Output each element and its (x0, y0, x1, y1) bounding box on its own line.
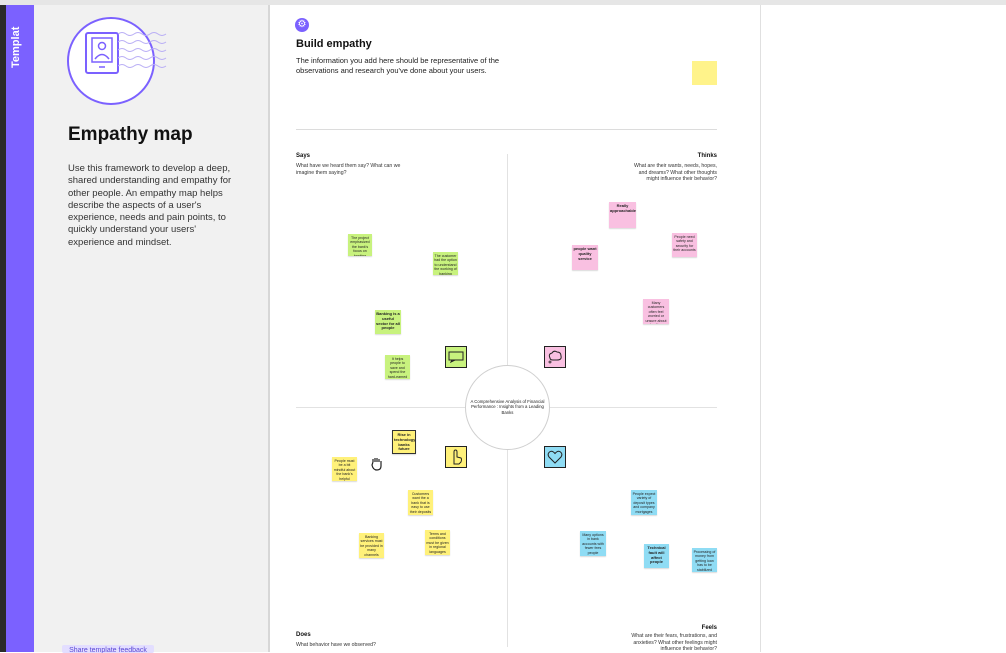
yellow-sticky-swatch[interactable] (692, 61, 717, 85)
board-title: Build empathy (296, 38, 372, 50)
feels-title: Feels (701, 625, 717, 631)
feels-prompt: What are their fears, frustrations, and … (631, 633, 717, 653)
sticky-note[interactable]: Rise in technology banks future (392, 430, 416, 454)
center-topic: A Comprehensive Analysis of Financial Pe… (470, 399, 545, 415)
sticky-note[interactable]: It helps people to save and spend the ha… (385, 355, 410, 379)
templates-rail[interactable] (6, 5, 34, 652)
canvas-area[interactable] (761, 5, 1006, 652)
empathy-board[interactable] (270, 5, 761, 652)
board-description: The information you add here should be r… (296, 56, 500, 75)
sticky-note[interactable]: people want quality service (572, 245, 598, 270)
does-prompt: What behavior have we observed? (296, 642, 376, 648)
sticky-note[interactable]: People expect variety of deposit types a… (631, 490, 657, 515)
wave-lines-icon (117, 28, 168, 78)
sticky-note[interactable]: Banking services must be provided in man… (359, 533, 384, 558)
sticky-note[interactable]: Many options in bank accounts with fewer… (580, 531, 606, 556)
heart-icon (544, 446, 566, 468)
thinks-title: Thinks (697, 153, 717, 159)
sticky-note[interactable]: Customers want the a bank that is easy t… (408, 490, 433, 515)
says-prompt: What have we heard them say? What can we… (296, 163, 401, 176)
sticky-note[interactable]: The customer had the option to understan… (433, 252, 458, 275)
says-title: Says (296, 153, 311, 159)
cursor-grab-icon (370, 456, 384, 472)
template-panel (34, 5, 270, 652)
sticky-note[interactable]: The project emphasized the bank's focus … (348, 234, 372, 256)
template-description: Use this framework to develop a deep, sh… (68, 163, 232, 248)
board-divider (296, 129, 717, 130)
thought-bubble-icon (544, 346, 566, 368)
sticky-note[interactable]: Really approachable (609, 202, 636, 228)
sticky-note[interactable]: Banking is a useful sector for all peopl… (375, 310, 401, 334)
sticky-note[interactable]: Processing of money from getting loan ha… (692, 548, 717, 572)
pointing-hand-icon (445, 446, 467, 468)
thinks-prompt: What are their wants, needs, hopes, and … (633, 163, 717, 183)
sticky-note[interactable]: People need safety and security for thei… (672, 233, 697, 257)
speech-bubble-icon (445, 346, 467, 368)
user-card-icon (85, 32, 119, 74)
templates-rail-label: Templat (10, 26, 22, 68)
does-title: Does (296, 632, 311, 638)
sticky-note[interactable]: People must be a bit mindful about the b… (332, 457, 357, 481)
settings-gear-icon[interactable]: ⚙ (295, 18, 309, 32)
sticky-note[interactable]: Many customers often feel worried or uns… (643, 299, 669, 324)
sticky-note[interactable]: Terms and conditions must be given in re… (425, 530, 450, 555)
template-title: Empathy map (68, 124, 193, 145)
sticky-note[interactable]: Technical fault will affect people (644, 544, 669, 568)
